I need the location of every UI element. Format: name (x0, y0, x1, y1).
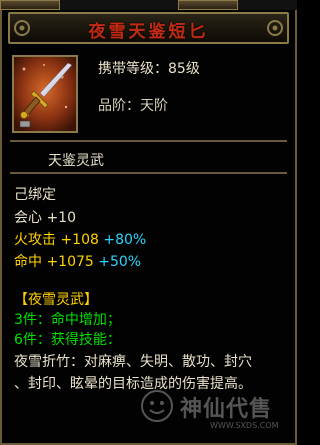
item-title: 夜雪天鉴短匕 (88, 22, 209, 42)
set-header: 【夜雪灵武】 (14, 292, 98, 308)
stat-crit: 会心 +10 (14, 207, 76, 227)
divider (10, 172, 287, 174)
title-bar: 夜雪天鉴短匕 (8, 12, 289, 44)
strip-segment-left (0, 0, 60, 10)
title-ornament-icon (14, 20, 30, 36)
stat-base: +1075 (46, 254, 94, 270)
stat-bonus: +80% (103, 232, 147, 248)
watermark-url: WWW.SXDS.COM (210, 421, 279, 430)
item-rank: 品阶：天阶 (98, 98, 168, 114)
watermark-text: 神仙代售 (180, 397, 273, 422)
stat-name: 会心 (14, 210, 42, 226)
title-ornament-icon (267, 20, 283, 36)
dagger-icon (14, 57, 76, 131)
stat-bonus: +50% (98, 254, 142, 270)
set-bonus-6: 6件：获得技能： (14, 332, 121, 348)
set-bonus-3: 3件：命中增加； (14, 312, 121, 328)
stat-fire-attack: 火攻击 +108 +80% (14, 229, 146, 249)
stat-base: +10 (46, 210, 76, 226)
carry-level: 携带等级：85级 (98, 61, 200, 77)
set-name: 天鉴灵武 (48, 153, 104, 169)
sxds-logo-icon (141, 390, 173, 422)
stat-hit: 命中 +1075 +50% (14, 251, 141, 271)
top-strip (0, 0, 297, 10)
item-icon-frame (12, 55, 78, 133)
stat-name: 命中 (14, 254, 42, 270)
stat-base: +108 (60, 232, 99, 248)
divider (10, 140, 287, 142)
skill-description-1: 夜雪折竹：对麻痹、失明、散功、封穴 (14, 354, 252, 370)
strip-segment-right (178, 0, 238, 10)
watermark: 神仙代售 WWW.SXDS.COM (140, 385, 290, 433)
stat-name: 火攻击 (14, 232, 56, 248)
bind-status: 己绑定 (14, 187, 56, 203)
